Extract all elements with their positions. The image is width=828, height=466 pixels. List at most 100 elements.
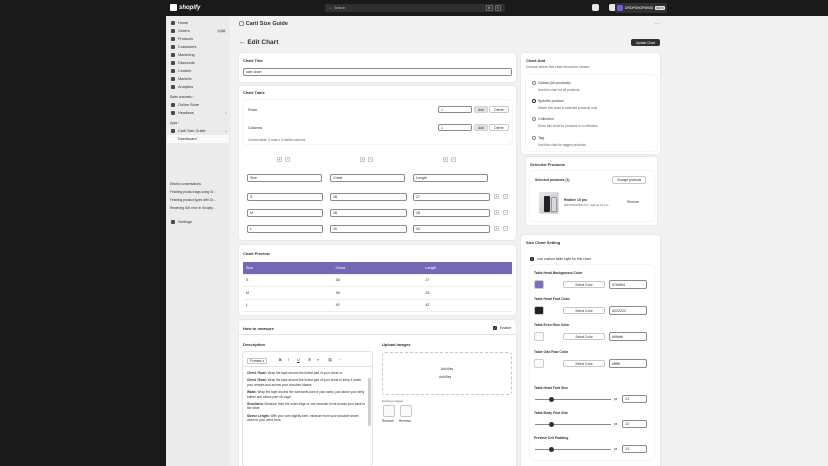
- row-add-button[interactable]: +: [494, 194, 499, 199]
- format-select[interactable]: Formats ▾: [247, 358, 268, 364]
- row-remove-button[interactable]: −: [503, 210, 508, 215]
- table-cell-input[interactable]: 38: [330, 193, 407, 201]
- chart-title-input[interactable]: size-chart: [243, 68, 512, 76]
- search-bar[interactable]: ⌕ Search ⌘ K: [325, 4, 505, 12]
- sidekick-icon[interactable]: [592, 4, 599, 11]
- more-formatting-icon[interactable]: ⋯: [338, 358, 342, 362]
- file-dropzone[interactable]: [382, 352, 512, 395]
- column-3-remove-button[interactable]: −: [451, 157, 456, 162]
- pin-icon[interactable]: ⌖: [225, 129, 227, 133]
- remove-image-button[interactable]: Remove: [382, 419, 394, 423]
- numbered-list-icon[interactable]: ≡: [317, 358, 319, 362]
- enable-checkbox[interactable]: ✓: [493, 326, 497, 330]
- shopify-logo[interactable]: shopify: [170, 4, 200, 11]
- table-cell-input[interactable]: 28: [413, 209, 490, 217]
- header-cell-input[interactable]: Size: [247, 174, 322, 182]
- recent-item[interactable]: Receiving 404 error in Shopify...: [166, 204, 230, 212]
- row-add-button[interactable]: +: [494, 226, 499, 231]
- table-cell-input[interactable]: S: [247, 193, 323, 201]
- add-row-button[interactable]: Add: [474, 106, 488, 113]
- slider-value-input[interactable]: 13: [622, 395, 647, 403]
- header-cell-input[interactable]: Length: [413, 174, 488, 182]
- row-add-button[interactable]: +: [494, 210, 499, 215]
- more-actions-icon[interactable]: ⋯: [655, 21, 660, 27]
- delete-column-button[interactable]: Delete: [489, 124, 509, 131]
- table-cell-input[interactable]: 27: [413, 193, 490, 201]
- sidebar-item-discounts[interactable]: Discounts: [166, 59, 230, 67]
- columns-input[interactable]: 1: [438, 124, 472, 131]
- sidebar-item-marketing[interactable]: Marketing: [166, 51, 230, 59]
- sidebar-item-headless[interactable]: Headless ⌖: [166, 109, 230, 117]
- column-2-remove-button[interactable]: −: [368, 157, 373, 162]
- color-hex-input[interactable]: #ffffff: [609, 359, 647, 368]
- color-swatch[interactable]: [534, 306, 544, 315]
- list-icon[interactable]: ☰: [308, 358, 311, 362]
- sidebar-item-orders[interactable]: Orders 1,000: [166, 27, 230, 35]
- color-swatch[interactable]: [534, 280, 544, 289]
- color-swatch[interactable]: [534, 359, 544, 368]
- select-color-button[interactable]: Select Color: [563, 333, 605, 340]
- slider-value-input[interactable]: 13: [622, 420, 647, 428]
- option-global-radio[interactable]: [532, 81, 536, 85]
- slider-value-input[interactable]: 13: [622, 445, 647, 453]
- delete-row-button[interactable]: Delete: [489, 106, 509, 113]
- sidebar-item-customers[interactable]: Customers: [166, 43, 230, 51]
- sidebar-item-analytics[interactable]: Analytics: [166, 83, 230, 91]
- color-hex-input[interactable]: #f9fafb: [609, 332, 647, 341]
- bold-button[interactable]: B: [279, 358, 282, 362]
- row-remove-button[interactable]: −: [503, 194, 508, 199]
- option-tag-radio[interactable]: [532, 136, 536, 140]
- sidebar-item-products[interactable]: Products: [166, 35, 230, 43]
- select-color-button[interactable]: Select Color: [563, 307, 605, 314]
- sidebar-item-home[interactable]: Home: [166, 19, 230, 27]
- column-2-add-button[interactable]: +: [360, 157, 365, 162]
- color-hex-input[interactable]: #7b6fbd: [609, 280, 647, 289]
- slider-track[interactable]: [535, 399, 611, 400]
- pin-icon[interactable]: ⌖: [225, 111, 227, 115]
- sidebar-item-settings[interactable]: Settings: [166, 218, 230, 226]
- description-content[interactable]: Chest / Bust: Wrap the tape around the f…: [247, 371, 365, 466]
- slider-track[interactable]: [535, 449, 611, 450]
- color-swatch[interactable]: [534, 332, 544, 341]
- store-switcher[interactable]: DROPSHOPMIND DEVS: [615, 3, 667, 13]
- sidebar-item-dashboard[interactable]: Dashboard: [167, 135, 229, 143]
- row-remove-button[interactable]: −: [503, 226, 508, 231]
- apps-heading[interactable]: Apps ›: [166, 119, 230, 127]
- sidebar-item-markets[interactable]: Markets: [166, 75, 230, 83]
- option-specific-product-radio[interactable]: [532, 99, 536, 103]
- column-1-add-button[interactable]: +: [277, 157, 282, 162]
- select-color-button[interactable]: Select Color: [563, 360, 605, 367]
- current-table-info: Current table: 3 rows x 3 visible column…: [248, 138, 306, 142]
- recent-item[interactable]: Fetching product types with Gr...: [166, 196, 230, 204]
- rows-input[interactable]: 1: [438, 106, 472, 113]
- link-icon[interactable]: ⛓: [328, 358, 333, 362]
- underline-button[interactable]: U: [297, 358, 300, 362]
- custom-style-checkbox[interactable]: ✓: [530, 257, 534, 261]
- editor-scrollbar[interactable]: [368, 378, 371, 426]
- italic-button[interactable]: I: [288, 358, 289, 362]
- recent-item[interactable]: Fetching product tags using Gr...: [166, 188, 230, 196]
- sidebar-item-online-store[interactable]: Online Store: [166, 101, 230, 109]
- add-files-button[interactable]: Add files: [435, 366, 459, 372]
- table-cell-input[interactable]: L: [247, 225, 323, 233]
- sidebar-item-content[interactable]: Content: [166, 67, 230, 75]
- header-cell-input[interactable]: Chest: [330, 174, 405, 182]
- sidebar-item-carti-size-guide[interactable]: Carti Size Guide ⌖: [166, 127, 230, 135]
- remove-image-button[interactable]: Remove: [399, 419, 411, 423]
- update-chart-button[interactable]: Update Chart: [631, 39, 660, 46]
- slider-track[interactable]: [535, 424, 611, 425]
- sales-channels-heading[interactable]: Sales channels ›: [166, 93, 230, 101]
- remove-product-button[interactable]: Remove: [622, 198, 644, 205]
- select-color-button[interactable]: Select Color: [563, 281, 605, 288]
- add-column-button[interactable]: Add: [474, 124, 488, 131]
- color-hex-input[interactable]: #222222: [609, 306, 647, 315]
- table-cell-input[interactable]: 40: [330, 225, 407, 233]
- column-1-remove-button[interactable]: −: [285, 157, 290, 162]
- table-cell-input[interactable]: M: [247, 209, 323, 217]
- markets-icon: [171, 77, 175, 81]
- change-products-button[interactable]: Change products: [612, 176, 646, 184]
- column-3-add-button[interactable]: +: [443, 157, 448, 162]
- option-collection-radio[interactable]: [532, 117, 536, 121]
- table-cell-input[interactable]: 38: [330, 209, 407, 217]
- table-cell-input[interactable]: 42: [413, 225, 490, 233]
